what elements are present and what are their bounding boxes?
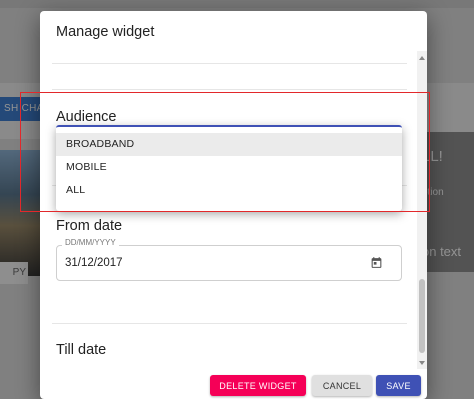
cancel-button[interactable]: CANCEL <box>312 375 372 396</box>
dialog-title: Manage widget <box>56 24 155 40</box>
dialog-actions: DELETE WIDGET CANCEL SAVE <box>40 369 427 399</box>
scrollbar-thumb[interactable] <box>419 279 425 353</box>
from-date-placeholder: DD/MM/YYYY <box>62 238 119 247</box>
divider <box>52 89 407 90</box>
from-date-input[interactable]: 31/12/2017 <box>56 245 402 281</box>
from-date-label: From date <box>56 218 123 234</box>
delete-widget-button[interactable]: DELETE WIDGET <box>210 375 306 396</box>
save-button[interactable]: SAVE <box>376 375 421 396</box>
scroll-up-arrow[interactable] <box>419 56 425 60</box>
from-date-value: 31/12/2017 <box>65 257 123 269</box>
till-date-label: Till date <box>56 342 107 358</box>
highlight-box <box>20 92 430 212</box>
scroll-down-arrow[interactable] <box>419 361 425 365</box>
divider <box>52 323 407 324</box>
calendar-icon[interactable] <box>370 256 383 269</box>
divider <box>52 63 407 64</box>
